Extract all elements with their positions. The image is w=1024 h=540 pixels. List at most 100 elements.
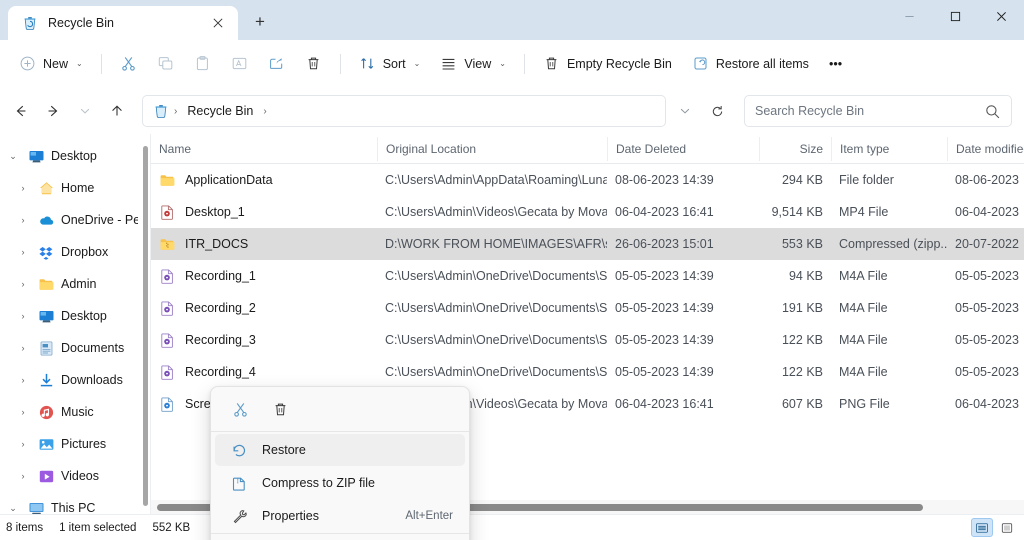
- context-menu-item-properties[interactable]: Properties Alt+Enter: [215, 500, 465, 532]
- context-menu-item-compress-zip[interactable]: Compress to ZIP file: [215, 467, 465, 499]
- cell-size: 294 KB: [781, 173, 823, 187]
- chevron-right-icon[interactable]: ›: [14, 183, 32, 193]
- search-input[interactable]: [755, 104, 984, 118]
- close-tab-icon[interactable]: [206, 11, 230, 35]
- forward-button[interactable]: [38, 96, 68, 126]
- status-selection: 1 item selected: [59, 521, 137, 534]
- table-row[interactable]: Recording_2 C:\Users\Admin\OneDrive\Docum…: [151, 292, 1024, 324]
- column-header-location[interactable]: Original Location: [377, 136, 607, 161]
- cell-name[interactable]: ApplicationData: [151, 172, 377, 189]
- refresh-button[interactable]: [702, 96, 732, 126]
- cell-name[interactable]: ITR_DOCS: [151, 236, 377, 253]
- cell-name[interactable]: Desktop_1: [151, 204, 377, 221]
- table-row[interactable]: Recording_4 C:\Users\Admin\OneDrive\Docum…: [151, 356, 1024, 388]
- back-button[interactable]: [6, 96, 36, 126]
- context-menu-item-restore[interactable]: Restore: [215, 434, 465, 466]
- cell-deleted: 05-05-2023 14:39: [615, 333, 714, 347]
- table-row[interactable]: Recording_3 C:\Users\Admin\OneDrive\Docum…: [151, 324, 1024, 356]
- recent-locations-button[interactable]: [70, 96, 100, 126]
- close-window-button[interactable]: [978, 0, 1024, 32]
- sidebar-item-home[interactable]: › Home: [2, 172, 144, 204]
- chevron-right-icon[interactable]: ›: [14, 375, 32, 385]
- new-tab-button[interactable]: +: [244, 6, 276, 38]
- view-button[interactable]: View ⌄: [431, 48, 515, 80]
- context-menu-item-show-more-options[interactable]: Show more options: [215, 536, 465, 540]
- breadcrumb-dropdown-button[interactable]: [670, 96, 700, 126]
- column-header-type[interactable]: Item type: [831, 136, 947, 161]
- sidebar-item-admin[interactable]: › Admin: [2, 268, 144, 300]
- cell-type: M4A File: [839, 301, 888, 315]
- minimize-button[interactable]: [886, 0, 932, 32]
- sidebar-item-videos[interactable]: › Videos: [2, 460, 144, 492]
- breadcrumb[interactable]: › Recycle Bin ›: [142, 95, 666, 127]
- context-delete-button[interactable]: [263, 394, 297, 424]
- chevron-down-icon[interactable]: ⌄: [4, 503, 22, 514]
- column-header-modified[interactable]: Date modified: [947, 136, 1024, 161]
- chevron-right-icon[interactable]: ›: [14, 279, 32, 289]
- details-view-button[interactable]: [971, 518, 993, 537]
- cell-name[interactable]: Recording_4: [151, 364, 377, 381]
- maximize-button[interactable]: [932, 0, 978, 32]
- cell-name[interactable]: Recording_1: [151, 268, 377, 285]
- cell-deleted: 26-06-2023 15:01: [615, 237, 714, 251]
- explorer-body: ⌄ Desktop › Home › OneDrive - Per › Dropbox › Adm…: [0, 134, 1024, 540]
- share-button[interactable]: [259, 48, 294, 80]
- context-menu-divider-top: [211, 431, 469, 432]
- chevron-right-icon[interactable]: ›: [14, 407, 32, 417]
- sidebar-item-desktop[interactable]: ⌄ Desktop: [2, 140, 144, 172]
- search-box[interactable]: [744, 95, 1012, 127]
- column-header-label: Name: [159, 141, 192, 156]
- column-header-size[interactable]: Size: [759, 136, 831, 161]
- breadcrumb-separator-1[interactable]: ›: [261, 106, 268, 117]
- new-button[interactable]: New ⌄: [10, 48, 92, 80]
- sidebar-item-desktop[interactable]: › Desktop: [2, 300, 144, 332]
- sort-button[interactable]: Sort ⌄: [350, 48, 430, 80]
- table-row[interactable]: ITR_DOCS D:\WORK FROM HOME\IMAGES\AFR\sa.…: [151, 228, 1024, 260]
- more-toolbar-button[interactable]: •••: [820, 48, 851, 80]
- column-header-deleted[interactable]: Date Deleted: [607, 136, 759, 161]
- copy-button[interactable]: [148, 48, 183, 80]
- breadcrumb-separator-0[interactable]: ›: [172, 106, 179, 117]
- chevron-right-icon[interactable]: ›: [14, 343, 32, 353]
- sidebar-item-downloads[interactable]: › Downloads: [2, 364, 144, 396]
- column-header-label: Original Location: [386, 141, 477, 156]
- cell-type: PNG File: [839, 397, 890, 411]
- context-menu-divider-bottom: [211, 533, 469, 534]
- rename-button[interactable]: [222, 48, 257, 80]
- chevron-right-icon[interactable]: ›: [14, 311, 32, 321]
- restore-all-items-button[interactable]: Restore all items: [683, 48, 818, 80]
- cell-size: 122 KB: [781, 365, 823, 379]
- sidebar-item-this-pc[interactable]: ⌄ This PC: [2, 492, 144, 514]
- breadcrumb-item-recycle-bin[interactable]: Recycle Bin: [182, 101, 258, 121]
- sidebar-item-pictures[interactable]: › Pictures: [2, 428, 144, 460]
- chevron-down-icon[interactable]: ⌄: [4, 151, 22, 162]
- tab-recycle-bin[interactable]: Recycle Bin: [8, 6, 238, 40]
- sidebar-item-onedrive-per[interactable]: › OneDrive - Per: [2, 204, 144, 236]
- chevron-right-icon[interactable]: ›: [14, 215, 32, 225]
- sidebar-item-documents[interactable]: › Documents: [2, 332, 144, 364]
- column-header-name[interactable]: Name: [151, 137, 377, 161]
- context-cut-button[interactable]: [223, 394, 257, 424]
- cut-button[interactable]: [111, 48, 146, 80]
- cell-deleted: 08-06-2023 14:39: [615, 173, 714, 187]
- table-row[interactable]: Desktop_1 C:\Users\Admin\Videos\Gecata by…: [151, 196, 1024, 228]
- sidebar-item-music[interactable]: › Music: [2, 396, 144, 428]
- copy-icon: [157, 55, 174, 72]
- plus-circle-icon: [19, 55, 36, 72]
- table-row[interactable]: ApplicationData C:\Users\Admin\AppData\Ro…: [151, 164, 1024, 196]
- sidebar-scrollbar[interactable]: [143, 146, 148, 506]
- cell-name[interactable]: Recording_2: [151, 300, 377, 317]
- table-row[interactable]: Recording_1 C:\Users\Admin\OneDrive\Docum…: [151, 260, 1024, 292]
- empty-recycle-bin-button[interactable]: Empty Recycle Bin: [534, 48, 681, 80]
- cell-name[interactable]: Recording_3: [151, 332, 377, 349]
- sidebar-item-dropbox[interactable]: › Dropbox: [2, 236, 144, 268]
- cell-deleted: 05-05-2023 14:39: [615, 365, 714, 379]
- chevron-right-icon[interactable]: ›: [14, 247, 32, 257]
- chevron-right-icon[interactable]: ›: [14, 471, 32, 481]
- chevron-right-icon[interactable]: ›: [14, 439, 32, 449]
- cell-modified: 06-04-2023: [955, 205, 1019, 219]
- up-button[interactable]: [102, 96, 132, 126]
- large-icons-view-button[interactable]: [996, 518, 1018, 537]
- paste-button[interactable]: [185, 48, 220, 80]
- delete-button[interactable]: [296, 48, 331, 80]
